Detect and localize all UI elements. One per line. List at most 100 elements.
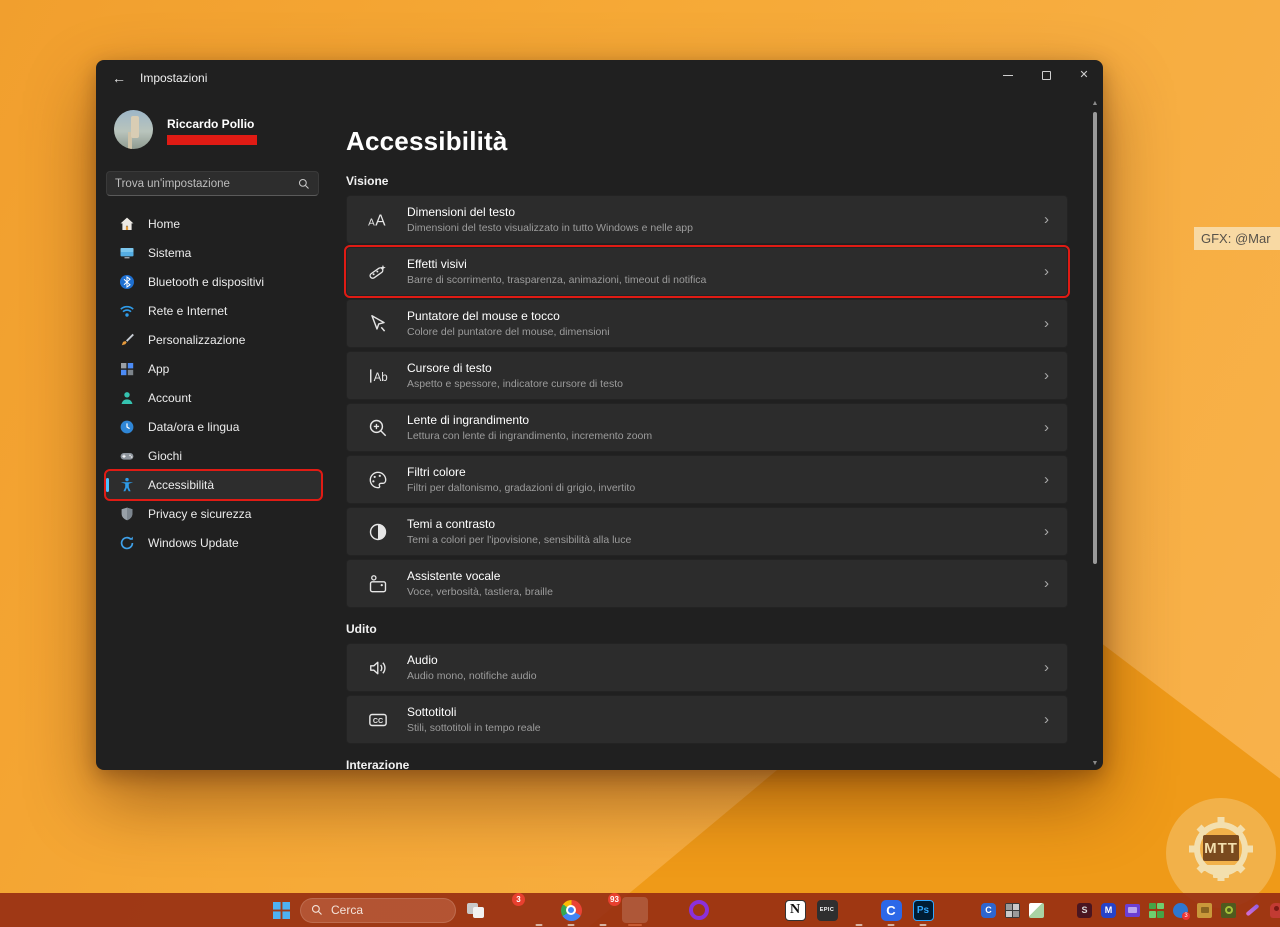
settings-row-lente-di-ingrandimento[interactable]: Lente di ingrandimento Lettura con lente … (346, 403, 1068, 452)
taskbar-purple-ring-button[interactable] (686, 897, 712, 923)
datetime-icon (119, 419, 135, 435)
taskbar-search[interactable]: Cerca (300, 897, 456, 923)
gfx-watermark: GFX: @Mar (1194, 227, 1280, 250)
system-icon (119, 245, 135, 261)
taskbar-notion-button[interactable]: N (782, 897, 808, 923)
taskbar-discord-button[interactable] (654, 897, 680, 923)
taskbar-epic-games-button[interactable]: EPIC (814, 897, 840, 923)
section-label-udito: Udito (346, 622, 377, 636)
back-button[interactable]: ← (104, 66, 134, 90)
tray-olive-button[interactable] (1220, 902, 1237, 919)
taskbar-settings-gear-button[interactable] (622, 897, 648, 923)
sidebar-item-sistema[interactable]: Sistema (106, 239, 321, 267)
row-title: Sottotitoli (407, 705, 457, 719)
tray-m-icon: M (1101, 902, 1116, 918)
sidebar-item-privacy-e-sicurezza[interactable]: Privacy e sicurezza (106, 500, 321, 528)
svg-text:CC: CC (373, 717, 383, 725)
search-input[interactable] (115, 177, 298, 190)
close-button[interactable]: ✕ (1065, 60, 1103, 90)
row-text: Effetti visivi Barre di scorrimento, tras… (407, 257, 706, 286)
scrollbar[interactable]: ▲ ▼ (1090, 100, 1100, 768)
system-tray: C! SM 3 (980, 893, 1280, 927)
sidebar-item-label: Personalizzazione (148, 333, 246, 347)
sidebar-item-label: Sistema (148, 246, 192, 260)
notification-badge: 3 (512, 893, 525, 906)
account-icon (119, 390, 135, 406)
taskbar-steam-button[interactable] (718, 897, 744, 923)
settings-row-sottotitoli[interactable]: CC Sottotitoli Stili, sottotitoli in tempo… (346, 695, 1068, 744)
settings-row-temi-a-contrasto[interactable]: Temi a contrasto Temi a colori per l'ipov… (346, 507, 1068, 556)
mtt-logo: MTT (1166, 798, 1276, 908)
tray-shield-warning-button[interactable]: ! (1052, 902, 1069, 919)
row-title: Assistente vocale (407, 569, 501, 583)
section-label-interazione: Interazione (346, 758, 410, 770)
sidebar-item-app[interactable]: App (106, 355, 321, 383)
taskbar-chrome-button[interactable] (558, 897, 584, 923)
taskbar-apps: 3 93 N EPIC C Ps (462, 893, 936, 923)
settings-row-audio[interactable]: Audio Audio mono, notifiche audio › (346, 643, 1068, 692)
row-text: Puntatore del mouse e tocco Colore del pu… (407, 309, 610, 338)
tray-pen-button[interactable] (1244, 902, 1261, 919)
taskbar-steam-blue-button[interactable] (846, 897, 872, 923)
settings-row-assistente-vocale[interactable]: Assistente vocale Voce, verbosità, tastie… (346, 559, 1068, 608)
maximize-button[interactable] (1027, 60, 1065, 90)
sidebar-item-label: Account (148, 391, 192, 405)
search-box[interactable] (106, 171, 319, 196)
row-title: Effetti visivi (407, 257, 467, 271)
settings-row-filtri-colore[interactable]: Filtri colore Filtri per daltonismo, grad… (346, 455, 1068, 504)
minimize-button[interactable] (989, 60, 1027, 90)
sidebar-item-rete-e-internet[interactable]: Rete e Internet (106, 297, 321, 325)
profile-name: Riccardo Pollio (167, 117, 255, 131)
start-button[interactable] (268, 897, 294, 923)
tray-tan-button[interactable] (1196, 902, 1213, 919)
tray-note-button[interactable] (1028, 902, 1045, 919)
scrollbar-thumb[interactable] (1093, 112, 1097, 564)
taskbar-task-view-button[interactable] (462, 897, 488, 923)
sidebar-item-bluetooth-e-dispositivi[interactable]: Bluetooth e dispositivi (106, 268, 321, 296)
taskbar-spotify-button[interactable] (750, 897, 776, 923)
chevron-right-icon: › (1044, 711, 1049, 728)
close-icon: ✕ (1079, 68, 1089, 81)
chevron-right-icon: › (1044, 471, 1049, 488)
row-text: Audio Audio mono, notifiche audio (407, 653, 537, 682)
sidebar-item-data-ora-e-lingua[interactable]: Data/ora e lingua (106, 413, 321, 441)
settings-row-dimensioni-del-testo[interactable]: A A Dimensioni del testo Dimensioni del tes… (346, 195, 1068, 244)
sidebar-item-personalizzazione[interactable]: Personalizzazione (106, 326, 321, 354)
scroll-up-icon[interactable]: ▲ (1091, 100, 1099, 108)
tray-s-icon: S (1077, 902, 1092, 918)
sidebar-item-windows-update[interactable]: Windows Update (106, 529, 321, 557)
taskbar-photoshop-button[interactable]: Ps (910, 897, 936, 923)
tray-grid-button[interactable] (1004, 902, 1021, 919)
scroll-down-icon[interactable]: ▼ (1091, 760, 1099, 768)
tray-screen-button[interactable] (1124, 902, 1141, 919)
taskbar-file-explorer-button[interactable] (526, 897, 552, 923)
settings-row-effetti-visivi[interactable]: Effetti visivi Barre di scorrimento, tras… (344, 245, 1070, 298)
profile[interactable]: Riccardo Pollio (106, 104, 321, 163)
titlebar: ← Impostazioni ✕ (96, 60, 1103, 96)
sidebar-item-home[interactable]: Home (106, 210, 321, 238)
settings-row-puntatore-del-mouse-e-tocco[interactable]: Puntatore del mouse e tocco Colore del pu… (346, 299, 1068, 348)
home-icon (119, 216, 135, 232)
row-text: Sottotitoli Stili, sottotitoli in tempo r… (407, 705, 541, 734)
taskbar-whatsapp-button[interactable]: 3 (494, 893, 525, 923)
sidebar-item-account[interactable]: Account (106, 384, 321, 412)
tray-blue-badge-button[interactable]: 3 (1172, 902, 1190, 920)
row-text: Assistente vocale Voce, verbosità, tastie… (407, 569, 553, 598)
sidebar-item-accessibilit[interactable]: Accessibilità (104, 469, 323, 501)
sidebar-item-label: Data/ora e lingua (148, 420, 240, 434)
taskbar-c-app-button[interactable]: C (878, 897, 904, 923)
row-subtitle: Lettura con lente di ingrandimento, incr… (407, 430, 653, 442)
tray-c-icon: C (981, 902, 996, 918)
tray-squares-button[interactable] (1148, 902, 1165, 919)
row-subtitle: Aspetto e spessore, indicatore cursore d… (407, 378, 623, 390)
taskbar-telegram-button[interactable]: 93 (590, 893, 621, 923)
epic-games-icon: EPIC (816, 899, 838, 921)
tray-c-button[interactable]: C (980, 902, 997, 919)
row-title: Filtri colore (407, 465, 466, 479)
tray-m-button[interactable]: M (1100, 902, 1117, 919)
tray-s-button[interactable]: S (1076, 902, 1093, 919)
tray-red-button[interactable] (1268, 902, 1280, 919)
magnifier-icon (366, 416, 390, 440)
sidebar-item-giochi[interactable]: Giochi (106, 442, 321, 470)
settings-row-cursore-di-testo[interactable]: Ab Cursore di testo Aspetto e spessore, in… (346, 351, 1068, 400)
